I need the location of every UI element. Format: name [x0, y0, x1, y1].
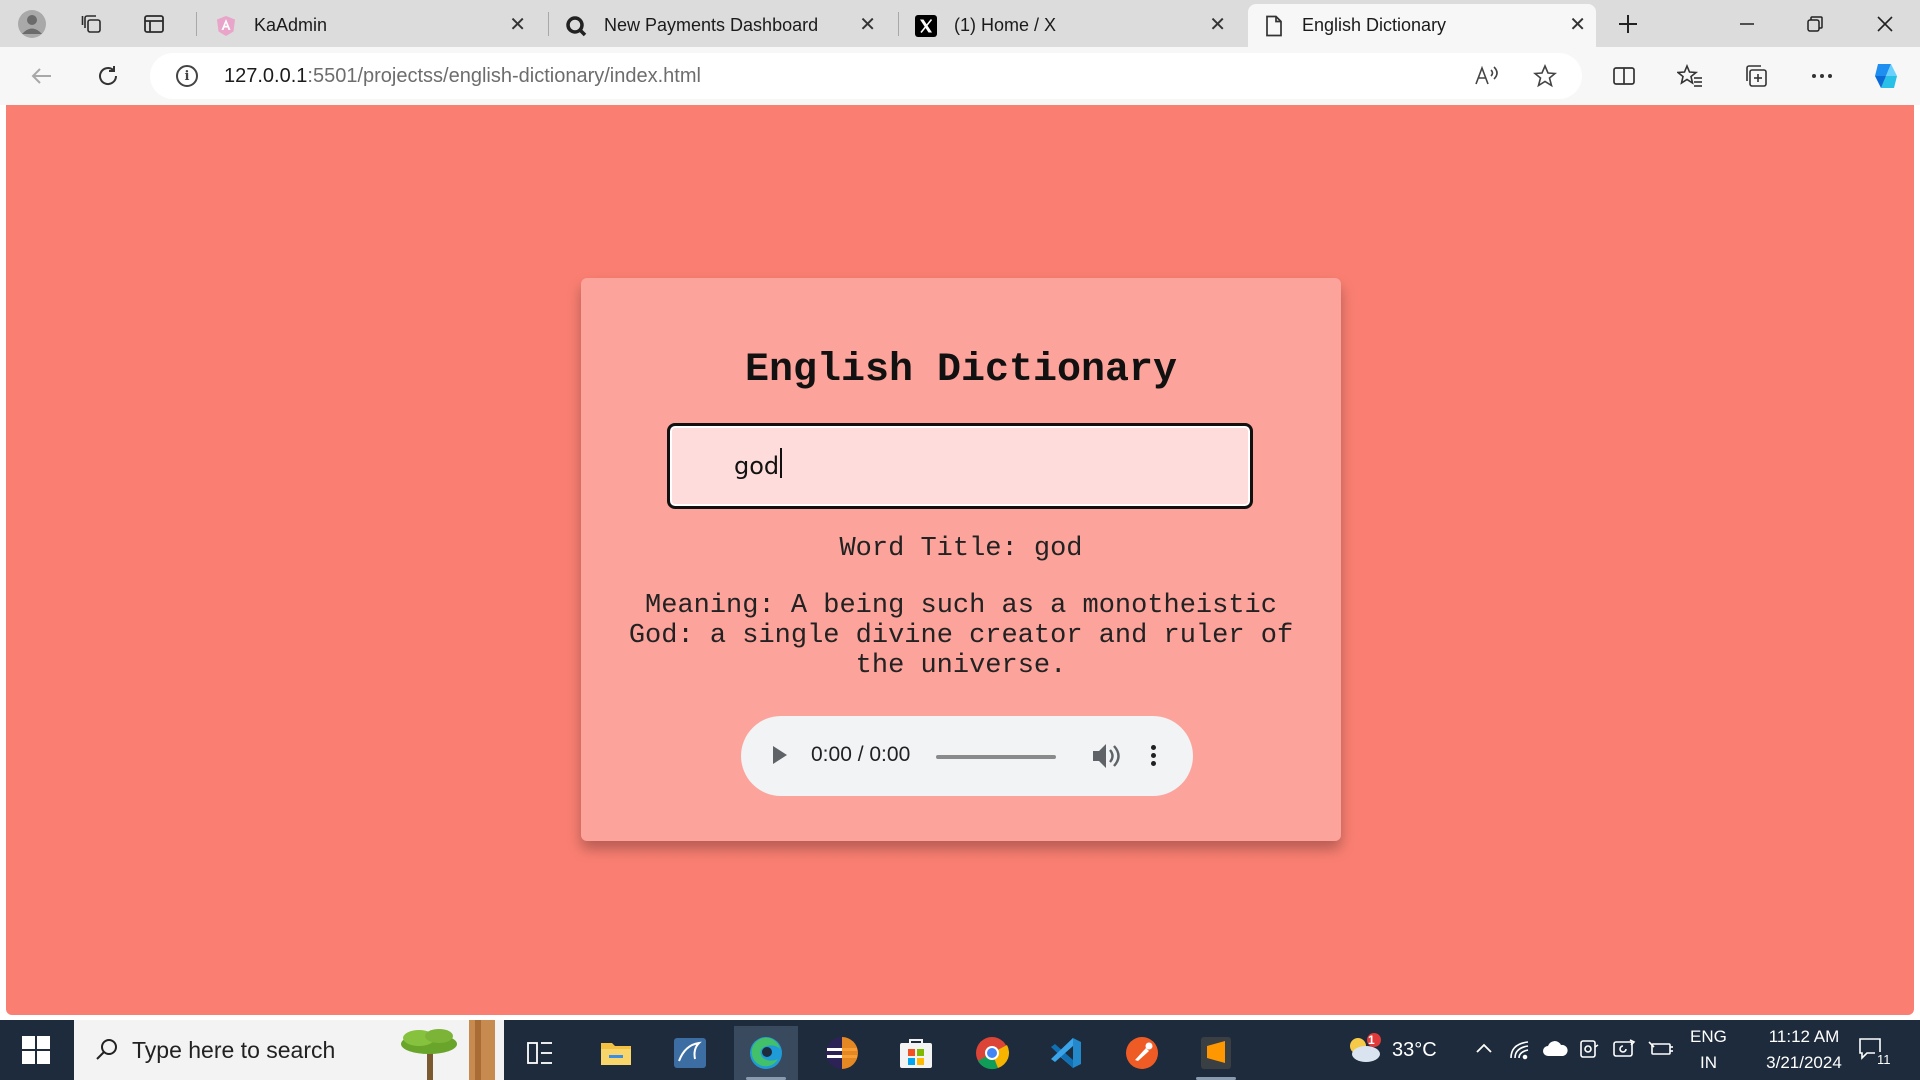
search-highlight-tree-icon: [389, 1020, 504, 1080]
language-secondary[interactable]: IN: [1700, 1053, 1717, 1073]
back-icon[interactable]: [24, 58, 60, 94]
postman-icon[interactable]: [1110, 1026, 1174, 1080]
microsoft-store-icon[interactable]: [884, 1026, 948, 1080]
close-window-icon[interactable]: [1852, 0, 1918, 47]
meet-now-icon[interactable]: [1578, 1038, 1600, 1066]
collections-icon[interactable]: [1738, 58, 1774, 94]
search-icon: [94, 1036, 120, 1069]
clock-time[interactable]: 11:12 AM: [1748, 1027, 1860, 1047]
search-placeholder: Type here to search: [132, 1037, 336, 1063]
tab-strip: KaAdmin ✕ New Payments Dashboard ✕ (1) H…: [0, 0, 1920, 47]
split-screen-icon[interactable]: [1606, 58, 1642, 94]
address-bar[interactable]: i 127.0.0.1:5501/projectss/english-dicti…: [150, 53, 1582, 99]
url-text[interactable]: 127.0.0.1:5501/projectss/english-diction…: [224, 65, 701, 88]
windows-start-icon[interactable]: [22, 1036, 50, 1064]
audio-time: 0:00 / 0:00: [811, 743, 911, 766]
audio-progress-bar[interactable]: [936, 755, 1056, 759]
language-primary[interactable]: ENG: [1690, 1027, 1727, 1047]
favorites-icon[interactable]: [1672, 58, 1708, 94]
new-tab-icon[interactable]: [1612, 8, 1644, 40]
minimize-icon[interactable]: [1714, 0, 1780, 47]
close-tab-icon[interactable]: ✕: [859, 14, 876, 36]
angular-icon: [214, 14, 238, 38]
x-logo-icon: [914, 14, 938, 38]
tab-x-home[interactable]: (1) Home / X ✕: [900, 4, 1236, 47]
audio-player[interactable]: 0:00 / 0:00: [741, 716, 1193, 796]
site-info-icon[interactable]: i: [176, 65, 198, 87]
sublime-text-icon[interactable]: [1184, 1026, 1248, 1080]
weather-badge: 1: [1368, 1033, 1375, 1047]
tab-title: New Payments Dashboard: [604, 15, 819, 35]
text-caret: [780, 448, 782, 478]
reload-icon[interactable]: [90, 58, 126, 94]
edge-browser-icon[interactable]: [734, 1026, 798, 1080]
weather-icon[interactable]: [1344, 1032, 1384, 1074]
tab-title: English Dictionary: [1302, 15, 1447, 35]
tab-english-dictionary[interactable]: English Dictionary ✕: [1248, 4, 1596, 47]
word-meaning: Meaning: A being such as a monotheistic …: [628, 591, 1294, 681]
close-tab-icon[interactable]: ✕: [509, 14, 526, 36]
task-view-icon[interactable]: [508, 1026, 572, 1080]
clock-date[interactable]: 3/21/2024: [1746, 1053, 1862, 1073]
copilot-icon[interactable]: [1868, 58, 1904, 94]
word-title: Word Title: god: [839, 534, 1083, 564]
restore-icon[interactable]: [1782, 0, 1848, 47]
update-icon[interactable]: [1612, 1038, 1636, 1066]
url-host: 127.0.0.1: [224, 65, 308, 87]
workspaces-icon[interactable]: [76, 8, 108, 40]
mysql-workbench-icon[interactable]: [658, 1026, 722, 1080]
tab-title: (1) Home / X: [954, 15, 1057, 35]
page-icon: [1262, 14, 1286, 38]
close-tab-icon[interactable]: ✕: [1209, 14, 1226, 36]
dictionary-card: English Dictionary Word Title: god Meani…: [581, 278, 1341, 841]
read-aloud-icon[interactable]: [1472, 61, 1502, 91]
tab-actions-icon[interactable]: [138, 8, 170, 40]
page-viewport: English Dictionary Word Title: god Meani…: [6, 105, 1914, 1015]
search-q-icon: [564, 14, 588, 38]
tab-kaadmin[interactable]: KaAdmin ✕: [200, 4, 536, 47]
audio-options-icon[interactable]: [1147, 742, 1159, 770]
more-menu-icon[interactable]: [1804, 58, 1840, 94]
favorite-star-icon[interactable]: [1530, 61, 1560, 91]
word-search-input[interactable]: [667, 423, 1253, 509]
network-icon[interactable]: [1508, 1038, 1532, 1066]
show-hidden-icons-icon[interactable]: [1474, 1038, 1494, 1064]
close-tab-icon[interactable]: ✕: [1569, 14, 1586, 36]
eclipse-icon[interactable]: [810, 1026, 874, 1080]
tab-payments-dashboard[interactable]: New Payments Dashboard ✕: [550, 4, 886, 47]
profile-icon[interactable]: [16, 8, 48, 40]
vscode-icon[interactable]: [1034, 1026, 1098, 1080]
windows-taskbar: Type here to search 1 33°C ENG IN 11:12 …: [0, 1020, 1920, 1080]
taskbar-search-box[interactable]: Type here to search: [74, 1020, 504, 1080]
play-icon[interactable]: [773, 746, 787, 764]
notification-count: 11: [1875, 1052, 1893, 1067]
volume-icon[interactable]: [1089, 738, 1123, 774]
chrome-icon[interactable]: [960, 1026, 1024, 1080]
tab-title: KaAdmin: [254, 15, 328, 35]
file-explorer-icon[interactable]: [584, 1026, 648, 1080]
url-path: :5501/projectss/english-dictionary/index…: [307, 65, 701, 87]
browser-toolbar: i 127.0.0.1:5501/projectss/english-dicti…: [0, 47, 1920, 105]
battery-plug-icon[interactable]: [1648, 1038, 1674, 1066]
weather-temperature[interactable]: 33°C: [1392, 1039, 1437, 1062]
onedrive-icon[interactable]: [1542, 1038, 1568, 1064]
page-title: English Dictionary: [744, 348, 1178, 393]
